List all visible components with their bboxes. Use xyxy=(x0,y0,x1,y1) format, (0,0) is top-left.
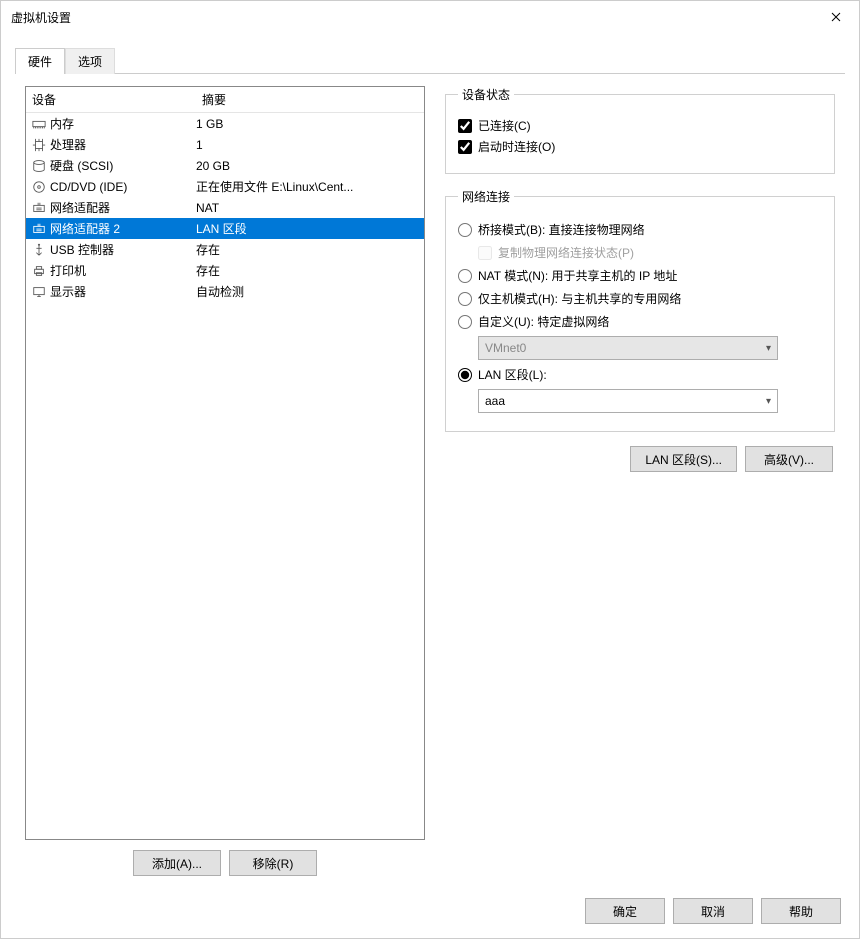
lan-segments-button[interactable]: LAN 区段(S)... xyxy=(630,446,737,472)
device-summary: 20 GB xyxy=(196,159,424,173)
custom-label: 自定义(U): 特定虚拟网络 xyxy=(478,313,609,330)
lan-segment-value: aaa xyxy=(485,394,505,408)
remove-device-button[interactable]: 移除(R) xyxy=(229,850,317,876)
network-conn-group: 网络连接 桥接模式(B): 直接连接物理网络 复制物理网络连接状态(P) NAT… xyxy=(445,188,835,432)
table-row[interactable]: 打印机存在 xyxy=(26,260,424,281)
col-header-summary[interactable]: 摘要 xyxy=(196,87,424,113)
device-summary: 自动检测 xyxy=(196,283,424,300)
device-button-row: 添加(A)... 移除(R) xyxy=(25,840,425,878)
titlebar: 虚拟机设置 xyxy=(1,1,859,33)
custom-vmnet-value: VMnet0 xyxy=(485,341,526,355)
replicate-check-row: 复制物理网络连接状态(P) xyxy=(478,244,822,261)
device-summary: NAT xyxy=(196,201,424,215)
custom-vmnet-select: VMnet0 ▾ xyxy=(478,336,778,360)
table-row[interactable]: 网络适配器NAT xyxy=(26,197,424,218)
device-status-group: 设备状态 已连接(C) 启动时连接(O) xyxy=(445,86,835,174)
display-icon xyxy=(30,285,48,299)
right-button-row: LAN 区段(S)... 高级(V)... xyxy=(445,446,835,472)
cd-icon xyxy=(30,180,48,194)
chevron-down-icon: ▾ xyxy=(766,396,771,407)
table-row[interactable]: USB 控制器存在 xyxy=(26,239,424,260)
memory-icon xyxy=(30,117,48,131)
connected-check-row[interactable]: 已连接(C) xyxy=(458,117,822,134)
close-icon xyxy=(831,12,841,22)
cpu-icon xyxy=(30,138,48,152)
printer-icon xyxy=(30,264,48,278)
device-table-body: 内存1 GB处理器1硬盘 (SCSI)20 GBCD/DVD (IDE)正在使用… xyxy=(26,113,424,302)
device-name: CD/DVD (IDE) xyxy=(48,180,196,194)
network-conn-legend: 网络连接 xyxy=(458,188,514,205)
device-name: 内存 xyxy=(48,115,196,132)
connected-checkbox[interactable] xyxy=(458,119,472,133)
table-row[interactable]: 内存1 GB xyxy=(26,113,424,134)
footer-buttons: 确定 取消 帮助 xyxy=(1,888,859,938)
device-summary: 1 xyxy=(196,138,424,152)
replicate-checkbox xyxy=(478,246,492,260)
net-icon xyxy=(30,201,48,215)
disk-icon xyxy=(30,159,48,173)
device-name: 打印机 xyxy=(48,262,196,279)
lan-label: LAN 区段(L): xyxy=(478,366,547,383)
connect-at-poweron-checkbox[interactable] xyxy=(458,140,472,154)
advanced-button[interactable]: 高级(V)... xyxy=(745,446,833,472)
device-summary: 存在 xyxy=(196,262,424,279)
tab-strip: 硬件 选项 xyxy=(1,33,859,73)
lan-radio[interactable] xyxy=(458,368,472,382)
connected-label: 已连接(C) xyxy=(478,117,531,134)
device-name: 处理器 xyxy=(48,136,196,153)
connect-at-poweron-row[interactable]: 启动时连接(O) xyxy=(458,138,822,155)
content-area: 设备 摘要 内存1 GB处理器1硬盘 (SCSI)20 GBCD/DVD (ID… xyxy=(15,73,845,888)
tab-hardware[interactable]: 硬件 xyxy=(15,48,65,74)
net-icon xyxy=(30,222,48,236)
device-name: 硬盘 (SCSI) xyxy=(48,157,196,174)
help-button[interactable]: 帮助 xyxy=(761,898,841,924)
connect-at-poweron-label: 启动时连接(O) xyxy=(478,138,555,155)
device-table: 设备 摘要 内存1 GB处理器1硬盘 (SCSI)20 GBCD/DVD (ID… xyxy=(25,86,425,840)
device-summary: 正在使用文件 E:\Linux\Cent... xyxy=(196,178,424,195)
bridged-label: 桥接模式(B): 直接连接物理网络 xyxy=(478,221,645,238)
device-name: 网络适配器 2 xyxy=(48,220,196,237)
window-title: 虚拟机设置 xyxy=(11,9,813,26)
device-name: 网络适配器 xyxy=(48,199,196,216)
add-device-button[interactable]: 添加(A)... xyxy=(133,850,221,876)
custom-radio[interactable] xyxy=(458,315,472,329)
lan-segment-select[interactable]: aaa ▾ xyxy=(478,389,778,413)
hostonly-radio-row[interactable]: 仅主机模式(H): 与主机共享的专用网络 xyxy=(458,290,822,307)
usb-icon xyxy=(30,243,48,257)
hostonly-radio[interactable] xyxy=(458,292,472,306)
nat-label: NAT 模式(N): 用于共享主机的 IP 地址 xyxy=(478,267,677,284)
tab-options[interactable]: 选项 xyxy=(65,48,115,74)
right-pane: 设备状态 已连接(C) 启动时连接(O) 网络连接 桥接模式(B): 直接连接物… xyxy=(445,86,835,878)
device-summary: 1 GB xyxy=(196,117,424,131)
replicate-label: 复制物理网络连接状态(P) xyxy=(498,244,634,261)
table-row[interactable]: 硬盘 (SCSI)20 GB xyxy=(26,155,424,176)
device-table-header: 设备 摘要 xyxy=(26,87,424,113)
chevron-down-icon: ▾ xyxy=(766,343,771,354)
table-row[interactable]: CD/DVD (IDE)正在使用文件 E:\Linux\Cent... xyxy=(26,176,424,197)
lan-radio-row[interactable]: LAN 区段(L): xyxy=(458,366,822,383)
hostonly-label: 仅主机模式(H): 与主机共享的专用网络 xyxy=(478,290,681,307)
device-summary: 存在 xyxy=(196,241,424,258)
custom-radio-row[interactable]: 自定义(U): 特定虚拟网络 xyxy=(458,313,822,330)
device-summary: LAN 区段 xyxy=(196,220,424,237)
cancel-button[interactable]: 取消 xyxy=(673,898,753,924)
table-row[interactable]: 处理器1 xyxy=(26,134,424,155)
device-name: 显示器 xyxy=(48,283,196,300)
table-row[interactable]: 网络适配器 2LAN 区段 xyxy=(26,218,424,239)
bridged-radio[interactable] xyxy=(458,223,472,237)
table-row[interactable]: 显示器自动检测 xyxy=(26,281,424,302)
nat-radio[interactable] xyxy=(458,269,472,283)
close-button[interactable] xyxy=(813,1,859,33)
device-name: USB 控制器 xyxy=(48,241,196,258)
vm-settings-window: 虚拟机设置 硬件 选项 设备 摘要 内存1 GB处理器1硬盘 (SCSI)20 … xyxy=(0,0,860,939)
left-pane: 设备 摘要 内存1 GB处理器1硬盘 (SCSI)20 GBCD/DVD (ID… xyxy=(25,86,425,878)
device-status-legend: 设备状态 xyxy=(458,86,514,103)
col-header-device[interactable]: 设备 xyxy=(26,87,196,113)
nat-radio-row[interactable]: NAT 模式(N): 用于共享主机的 IP 地址 xyxy=(458,267,822,284)
ok-button[interactable]: 确定 xyxy=(585,898,665,924)
bridged-radio-row[interactable]: 桥接模式(B): 直接连接物理网络 xyxy=(458,221,822,238)
